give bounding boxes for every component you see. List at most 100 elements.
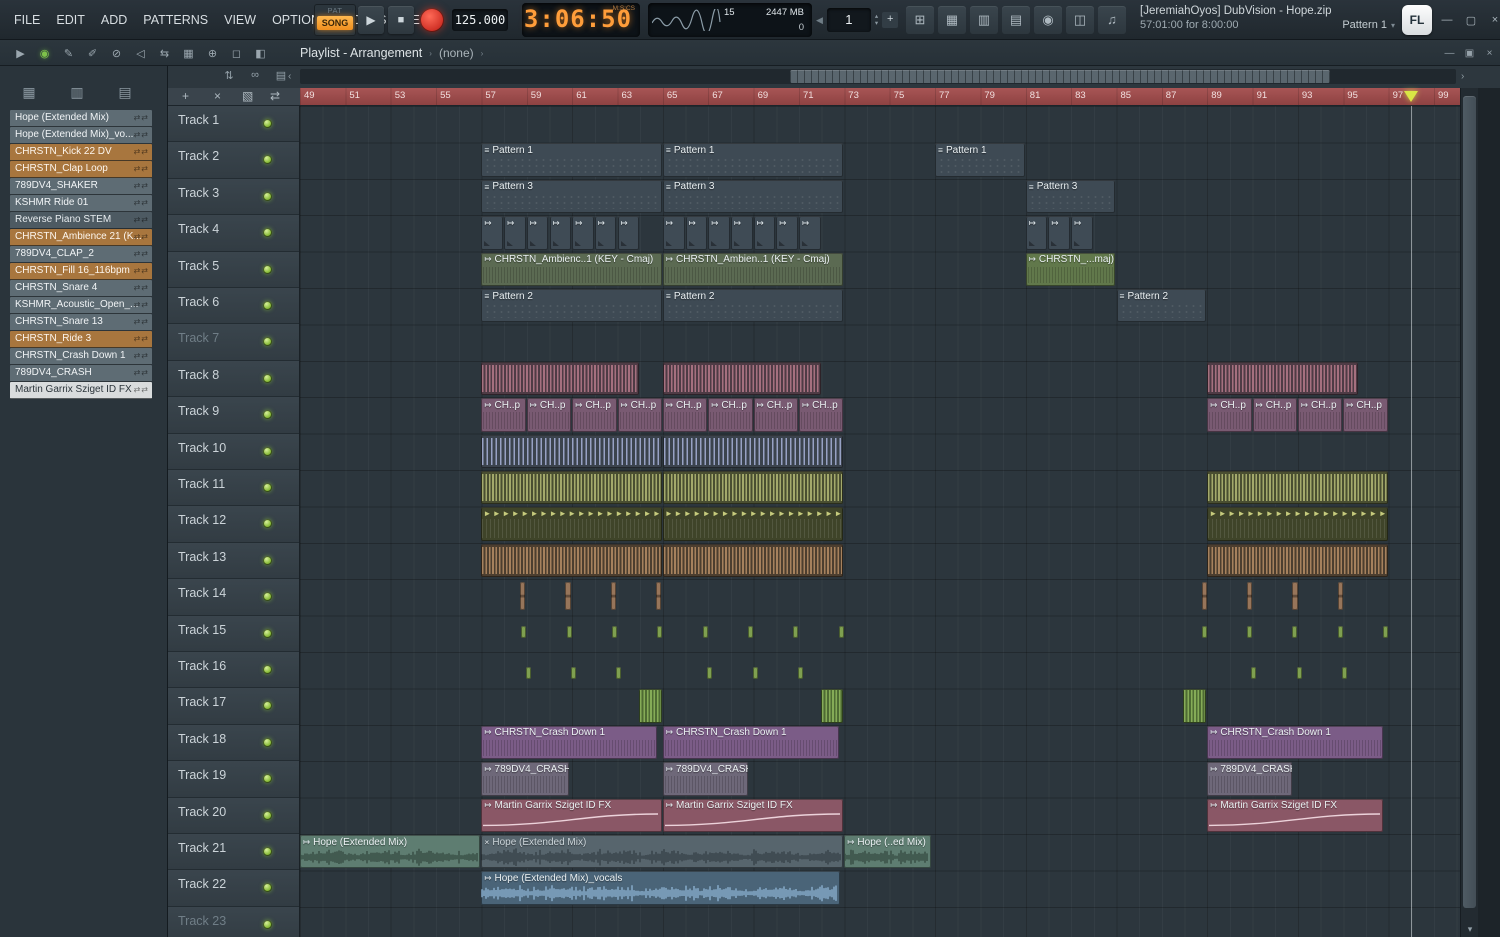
clip-pattern-1[interactable]: ≡ Pattern 1: [662, 143, 844, 177]
clip-dot[interactable]: [566, 625, 572, 638]
clip-cell[interactable]: ↦: [799, 216, 821, 250]
track-header-track-2[interactable]: Track 2: [168, 142, 299, 179]
clip-block[interactable]: [820, 689, 844, 723]
clip-pattern-3[interactable]: ≡ Pattern 3: [1025, 179, 1116, 214]
track-enable-led[interactable]: [263, 774, 272, 784]
clip-789dv4-crash[interactable]: ↦ 789DV4_CRASH: [481, 762, 569, 796]
clip-stripes[interactable]: [481, 361, 640, 396]
clip-cell[interactable]: ↦: [481, 216, 504, 250]
track-header-track-1[interactable]: Track 1: [168, 106, 299, 143]
clip-pattern-3[interactable]: ≡ Pattern 3: [662, 179, 844, 214]
clip-ch-p[interactable]: ↦ CH..p: [572, 398, 617, 432]
zoom-tool-icon[interactable]: ⊕: [202, 47, 223, 60]
clip-cell[interactable]: ↦: [504, 216, 526, 250]
clip-dot[interactable]: [1201, 625, 1207, 638]
clip-dot[interactable]: [1383, 625, 1389, 638]
track-enable-led[interactable]: [263, 373, 272, 383]
clip-dot[interactable]: [521, 625, 527, 638]
picker-item-chrstn-fill-16-116bpm[interactable]: CHRSTN_Fill 16_116bpm ⇄⇄: [10, 263, 152, 280]
win-minimize-icon[interactable]: —: [1442, 48, 1457, 59]
fl-logo[interactable]: FL: [1402, 5, 1432, 35]
cut-icon[interactable]: ×: [214, 89, 221, 103]
clip-dot[interactable]: [657, 625, 663, 638]
track-header-track-18[interactable]: Track 18: [168, 724, 299, 762]
clip-stripes[interactable]: [662, 543, 844, 578]
picker-item-chrstn-crash-down-1[interactable]: CHRSTN_Crash Down 1 ⇄⇄: [10, 348, 152, 365]
clip-dot[interactable]: [752, 667, 758, 679]
clip-pattern-1[interactable]: ≡ Pattern 1: [481, 143, 662, 177]
clip-hope-extended-mix[interactable]: × Hope (Extended Mix): [481, 835, 844, 869]
picker-item-chrstn-ride-3[interactable]: CHRSTN_Ride 3 ⇄⇄: [10, 331, 152, 348]
picker-item-kshmr-acoustic-open[interactable]: KSHMR_Acoustic_Open_... ⇄⇄: [10, 297, 152, 314]
pencil-tool-icon[interactable]: ✎: [58, 47, 79, 60]
browser-icon[interactable]: ◫: [1066, 6, 1094, 34]
track-enable-led[interactable]: [263, 228, 272, 238]
spin-up-icon[interactable]: ▴: [875, 13, 878, 20]
clip-ch-p[interactable]: ↦ CH..p: [799, 398, 844, 432]
clip-cell[interactable]: ↦: [730, 216, 753, 250]
clip-mini[interactable]: [656, 582, 662, 610]
track-enable-led[interactable]: [263, 446, 272, 456]
clip-mini[interactable]: [1292, 582, 1298, 610]
clip-stripes[interactable]: [1207, 471, 1388, 505]
clip-dot[interactable]: [525, 667, 531, 679]
arrangement-selector[interactable]: (none): [439, 46, 474, 60]
timeline-ruler[interactable]: 49 51 53 55 57 59 61 63 65 67 69 71 73 75 77 79 81 83 85 87…: [300, 88, 1460, 106]
clip-mini[interactable]: [1201, 582, 1207, 610]
track-enable-led[interactable]: [263, 191, 272, 201]
track-enable-led[interactable]: [263, 737, 272, 747]
picker-item-chrstn-ambience-21-k[interactable]: CHRSTN_Ambience 21 (K... ⇄⇄: [10, 229, 152, 246]
wave-view-icon[interactable]: ▤: [112, 84, 138, 104]
clip-cell[interactable]: ↦: [753, 216, 776, 250]
clip-hope-extended-mix-vocals[interactable]: ↦ Hope (Extended Mix)_vocals: [481, 871, 840, 905]
scroll-right-icon[interactable]: ›: [1461, 71, 1464, 82]
clip-dot[interactable]: [1296, 667, 1302, 679]
clip-cell[interactable]: ↦: [572, 216, 594, 250]
clip-pattern-1[interactable]: ≡ Pattern 1: [935, 143, 1025, 177]
track-enable-led[interactable]: [263, 847, 272, 856]
clip-ch-p[interactable]: ↦ CH..p: [481, 398, 526, 432]
picker-item-789dv4-shaker[interactable]: 789DV4_SHAKER ⇄⇄: [10, 178, 152, 195]
win-close-icon[interactable]: ×: [1482, 48, 1497, 59]
track-header-track-3[interactable]: Track 3: [168, 178, 299, 216]
track-header-track-5[interactable]: Track 5: [168, 251, 299, 288]
clip-dot[interactable]: [616, 667, 622, 679]
clip-dot[interactable]: [611, 625, 617, 638]
clip-chrstn-maj[interactable]: ↦ CHRSTN_...maj): [1025, 252, 1116, 286]
track-enable-led[interactable]: [263, 155, 272, 165]
clip-stripes[interactable]: [1207, 543, 1388, 578]
clip-chrstn-ambien-1-key-cmaj[interactable]: ↦ CHRSTN_Ambien..1 (KEY - Cmaj): [662, 252, 844, 286]
channel-rack-icon[interactable]: ▤: [1002, 6, 1030, 34]
clip-cell[interactable]: ↦: [662, 216, 685, 250]
piano-keys-icon[interactable]: ♫: [1098, 6, 1126, 34]
picker-item-hope-extended-mix[interactable]: Hope (Extended Mix) ⇄⇄: [10, 110, 152, 127]
clip-ch-p[interactable]: ↦ CH..p: [753, 398, 798, 432]
track-header-track-14[interactable]: Track 14: [168, 579, 299, 616]
track-header-track-15[interactable]: Track 15: [168, 615, 299, 652]
clip-cell[interactable]: ↦: [776, 216, 798, 250]
current-pattern-name[interactable]: Pattern 1: [1342, 19, 1387, 31]
clip-stripes[interactable]: [662, 471, 844, 505]
track-header-track-23[interactable]: Track 23: [168, 906, 299, 937]
tempo-display[interactable]: 125.000: [452, 9, 508, 31]
link-icon[interactable]: ∞: [244, 69, 266, 81]
pattern-spinner[interactable]: ▴ ▾: [875, 13, 878, 27]
plugin-picker-icon[interactable]: ◉: [1034, 6, 1062, 34]
select-tool-icon[interactable]: ▦: [178, 47, 199, 60]
swap-vertical-icon[interactable]: ⇅: [218, 69, 240, 82]
track-header-track-16[interactable]: Track 16: [168, 652, 299, 689]
clip-dot[interactable]: [702, 625, 708, 638]
clip-cell[interactable]: ↦: [526, 216, 549, 250]
clip-pattern-2[interactable]: ≡ Pattern 2: [662, 289, 844, 323]
picker-item-chrstn-snare-13[interactable]: CHRSTN_Snare 13 ⇄⇄: [10, 314, 152, 331]
track-header-track-21[interactable]: Track 21: [168, 834, 299, 871]
mixer-icon[interactable]: ▥: [970, 6, 998, 34]
marker-tool-icon[interactable]: ◻: [226, 47, 247, 60]
clip-mini[interactable]: [1246, 582, 1253, 610]
clip-789dv4-crash[interactable]: ↦ 789DV4_CRASH: [662, 762, 749, 796]
picker-item-chrstn-clap-loop[interactable]: CHRSTN_Clap Loop ⇄⇄: [10, 161, 152, 178]
clip-hope-extended-mix[interactable]: ↦ Hope (Extended Mix): [300, 835, 481, 869]
track-enable-led[interactable]: [263, 665, 272, 674]
clip-ch-p[interactable]: ↦ CH..p: [526, 398, 572, 432]
clip-dot[interactable]: [1342, 667, 1348, 679]
